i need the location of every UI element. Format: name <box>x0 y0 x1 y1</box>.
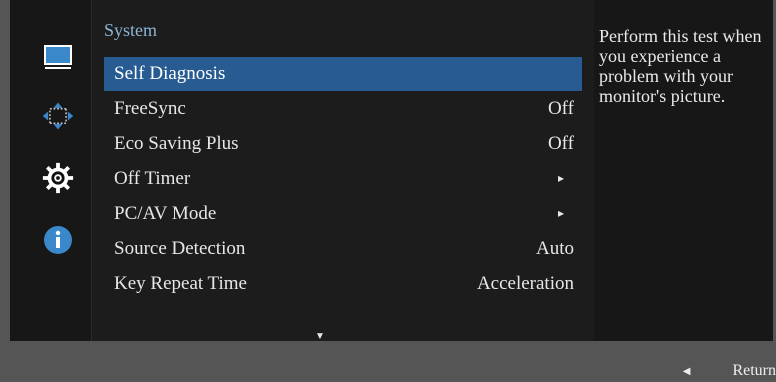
page-title: System <box>104 20 158 40</box>
submenu-arrow-icon: ▸ <box>557 206 564 220</box>
menu-item-label: Off Timer <box>114 168 191 189</box>
menu-item-value: Acceleration <box>476 273 574 294</box>
menu-item-label: FreeSync <box>114 98 186 119</box>
monitor-icon[interactable] <box>41 41 75 75</box>
info-description: Perform this test when you experience a … <box>599 26 762 106</box>
left-triangle-icon: ◀ <box>682 365 691 377</box>
menu-item-label: Source Detection <box>114 238 246 259</box>
submenu-arrow-icon: ▸ <box>557 171 564 185</box>
menu-item-source-detection[interactable]: Source Detection Auto <box>104 231 582 266</box>
bottom-bar <box>0 341 776 382</box>
menu-item-label: PC/AV Mode <box>114 203 217 224</box>
menu-item-pc-av-mode[interactable]: PC/AV Mode ▸ <box>104 196 582 231</box>
size-position-icon[interactable] <box>41 99 75 133</box>
menu-item-label: Eco Saving Plus <box>114 133 239 154</box>
menu-item-self-diagnosis[interactable]: Self Diagnosis <box>104 57 582 91</box>
menu-item-eco-saving-plus[interactable]: Eco Saving Plus Off <box>104 126 582 161</box>
return-label: Return <box>732 362 776 379</box>
menu-item-label: Key Repeat Time <box>114 273 247 294</box>
return-button[interactable]: ◀ Return <box>683 361 776 381</box>
menu-item-value: Off <box>547 133 574 154</box>
info-icon[interactable] <box>41 223 75 257</box>
menu-list: Self Diagnosis FreeSync Off Eco Saving P… <box>104 57 582 301</box>
menu-item-off-timer[interactable]: Off Timer ▸ <box>104 161 582 196</box>
osd-window: System Self Diagnosis FreeSync Off Eco S… <box>0 0 776 382</box>
menu-item-key-repeat-time[interactable]: Key Repeat Time Acceleration <box>104 266 582 301</box>
menu-item-value: Auto <box>536 238 574 259</box>
menu-item-freesync[interactable]: FreeSync Off <box>104 91 582 126</box>
left-rail <box>10 0 91 341</box>
menu-item-value: Off <box>547 98 574 119</box>
menu-item-label: Self Diagnosis <box>114 63 226 84</box>
gear-icon[interactable] <box>41 161 75 195</box>
